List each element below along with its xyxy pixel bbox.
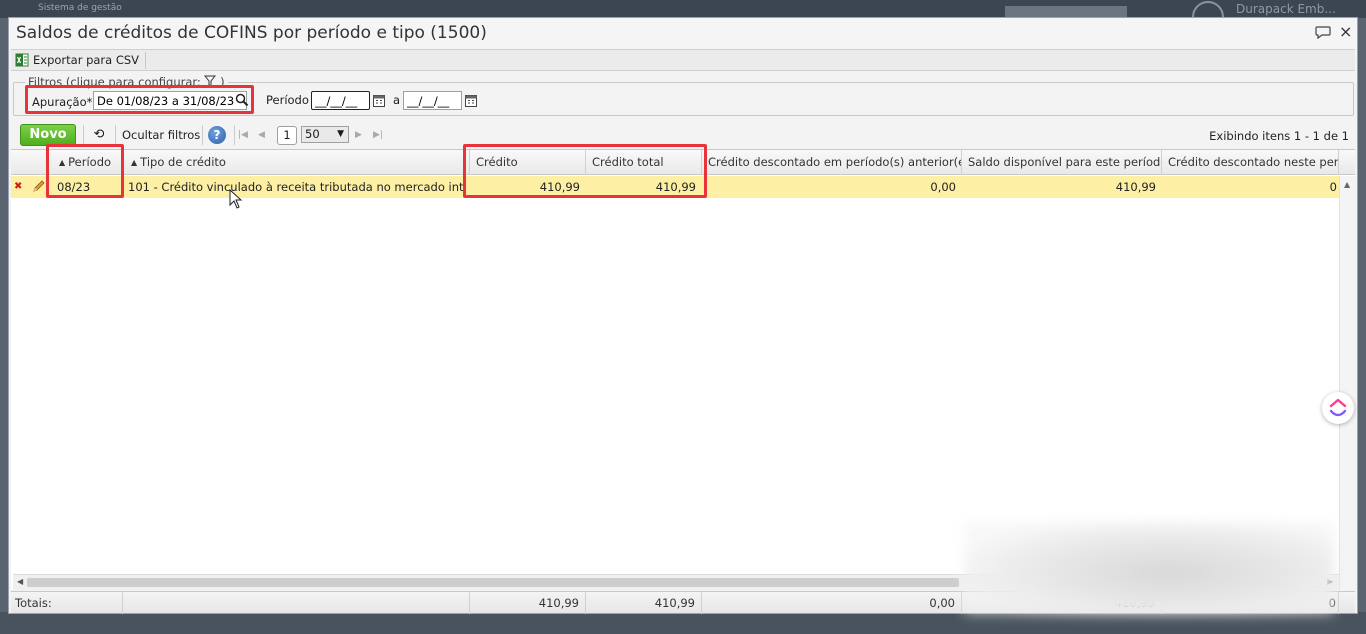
window-toolbar: Exportar para CSV — [11, 49, 1355, 71]
totals-label: Totais: — [11, 592, 123, 614]
mouse-cursor-icon — [229, 189, 243, 209]
refresh-icon[interactable]: ⟲ — [90, 127, 108, 145]
window-title: Saldos de créditos de COFINS por período… — [16, 23, 487, 43]
window-titlebar: Saldos de créditos de COFINS por período… — [9, 18, 1357, 49]
export-csv-button[interactable]: Exportar para CSV — [13, 52, 147, 69]
next-page-icon[interactable]: ▶ — [355, 130, 362, 140]
last-page-icon[interactable]: ▶| — [373, 130, 383, 140]
scroll-right-icon[interactable]: ▶ — [1327, 577, 1333, 586]
periodo-to-label: a — [393, 93, 401, 107]
horizontal-scrollbar[interactable]: ◀ ▶ — [13, 574, 1339, 590]
filters-legend[interactable]: Filtros (clique para configurar: ) — [25, 75, 228, 89]
background-company-name: Durapack Emb... — [1236, 2, 1336, 16]
close-icon[interactable]: × — [1339, 22, 1352, 41]
column-header-label: Saldo disponível para este período — [968, 155, 1162, 169]
column-header-label: Crédito descontado em período(s) anterio… — [708, 155, 962, 169]
grid-toolbar: Novo ⟲ Ocultar filtros ? |◀ ◀ 1 50 ▼ ▶ ▶… — [11, 122, 1355, 148]
hide-filters-button[interactable]: Ocultar filtros — [122, 128, 200, 142]
help-icon[interactable]: ? — [208, 126, 226, 144]
cell-tipo-credito: 101 - Crédito vinculado à receita tribut… — [128, 180, 466, 194]
first-page-icon[interactable]: |◀ — [238, 130, 248, 140]
toolbar-divider — [202, 125, 203, 145]
totals-tipo-empty — [123, 592, 470, 614]
pagination-info: Exibindo itens 1 - 1 de 1 — [1209, 129, 1349, 143]
column-header-label: Crédito — [476, 155, 518, 169]
new-button[interactable]: Novo — [20, 124, 76, 146]
sort-asc-icon: ▲ — [131, 158, 138, 167]
delete-icon[interactable]: ✖ — [14, 176, 22, 198]
scroll-left-icon[interactable]: ◀ — [17, 577, 23, 586]
export-csv-label: Exportar para CSV — [33, 53, 140, 67]
toolbar-divider — [234, 125, 235, 145]
prev-page-icon[interactable]: ◀ — [258, 130, 265, 140]
column-header-label: Período — [68, 155, 112, 169]
toolbar-divider — [115, 125, 116, 145]
total-credito: 410,99 — [470, 592, 586, 614]
background-app-header: Sistema de gestão Durapack Emb... — [0, 0, 1366, 33]
periodo-label: Período — [266, 93, 309, 107]
periodo-end-field[interactable] — [403, 91, 462, 110]
background-app-title: Sistema de gestão — [38, 3, 122, 13]
totals-row: Totais: 410,99 410,99 0,00 410,99 0 — [11, 591, 1355, 614]
column-header-label: Crédito total — [592, 155, 664, 169]
apuracao-label: Apuração* — [32, 95, 93, 109]
table-header: ▲ Período ▲ Tipo de crédito Crédito Crédit… — [11, 150, 1355, 175]
excel-icon — [15, 53, 29, 67]
column-header-actions — [11, 150, 49, 175]
cofins-balance-window: Saldos de créditos de COFINS por período… — [8, 17, 1358, 614]
page-number-field[interactable]: 1 — [277, 126, 297, 145]
cell-saldo-disponivel: 410,99 — [1115, 180, 1156, 194]
column-header-credito-total[interactable]: Crédito total — [586, 150, 702, 175]
scroll-up-icon[interactable]: ▲ — [1344, 180, 1350, 189]
cell-descontado-anterior: 0,00 — [930, 180, 956, 194]
total-descontado-neste: 0 — [1162, 592, 1339, 614]
toolbar-divider — [83, 125, 84, 145]
total-descontado-anterior: 0,00 — [702, 592, 962, 614]
total-credito-total: 410,99 — [586, 592, 702, 614]
column-header-label: Tipo de crédito — [140, 155, 226, 169]
background-footer — [0, 612, 1366, 634]
cell-credito: 410,99 — [539, 180, 580, 194]
chevron-down-icon: ▼ — [337, 129, 344, 139]
total-saldo-disponivel: 410,99 — [962, 592, 1162, 614]
column-header-tipo-credito[interactable]: ▲ Tipo de crédito — [123, 150, 470, 175]
cell-descontado-neste: 0 — [1329, 180, 1337, 194]
column-header-label: Crédito descontado neste período — [1168, 155, 1339, 169]
page-size-value: 50 — [305, 127, 320, 141]
filters-legend-label: Filtros (clique para configurar: — [28, 75, 201, 89]
column-header-descontado-neste[interactable]: Crédito descontado neste período — [1162, 150, 1339, 175]
filter-funnel-icon[interactable] — [204, 75, 217, 87]
column-header-credito[interactable]: Crédito — [470, 150, 586, 175]
page-size-select[interactable]: 50 ▼ — [301, 126, 349, 143]
column-header-periodo[interactable]: ▲ Período — [49, 150, 123, 175]
filters-legend-close: ) — [220, 75, 225, 89]
vertical-scrollbar[interactable]: ▲ — [1339, 176, 1355, 590]
periodo-start-field[interactable] — [311, 91, 370, 110]
cell-periodo: 08/23 — [57, 180, 91, 194]
clickup-logo-icon — [1329, 398, 1347, 417]
credits-table: ▲ Período ▲ Tipo de crédito Crédito Crédit… — [11, 149, 1355, 590]
chat-icon[interactable] — [1315, 26, 1331, 39]
table-row[interactable]: ✖ 08/23 101 - Crédito vinculado à receit… — [11, 176, 1339, 198]
edit-pencil-icon[interactable] — [32, 180, 45, 193]
cell-credito-total: 410,99 — [655, 180, 696, 194]
calendar-icon[interactable] — [465, 94, 477, 107]
search-icon[interactable] — [235, 93, 249, 107]
apuracao-field[interactable] — [93, 91, 247, 110]
floating-assistant-button[interactable] — [1322, 392, 1354, 424]
scrollbar-thumb[interactable] — [27, 578, 959, 587]
column-header-saldo-disponivel[interactable]: Saldo disponível para este período — [962, 150, 1162, 175]
column-header-descontado-anterior[interactable]: Crédito descontado em período(s) anterio… — [702, 150, 962, 175]
calendar-icon[interactable] — [373, 94, 385, 107]
sort-asc-icon: ▲ — [59, 158, 66, 167]
